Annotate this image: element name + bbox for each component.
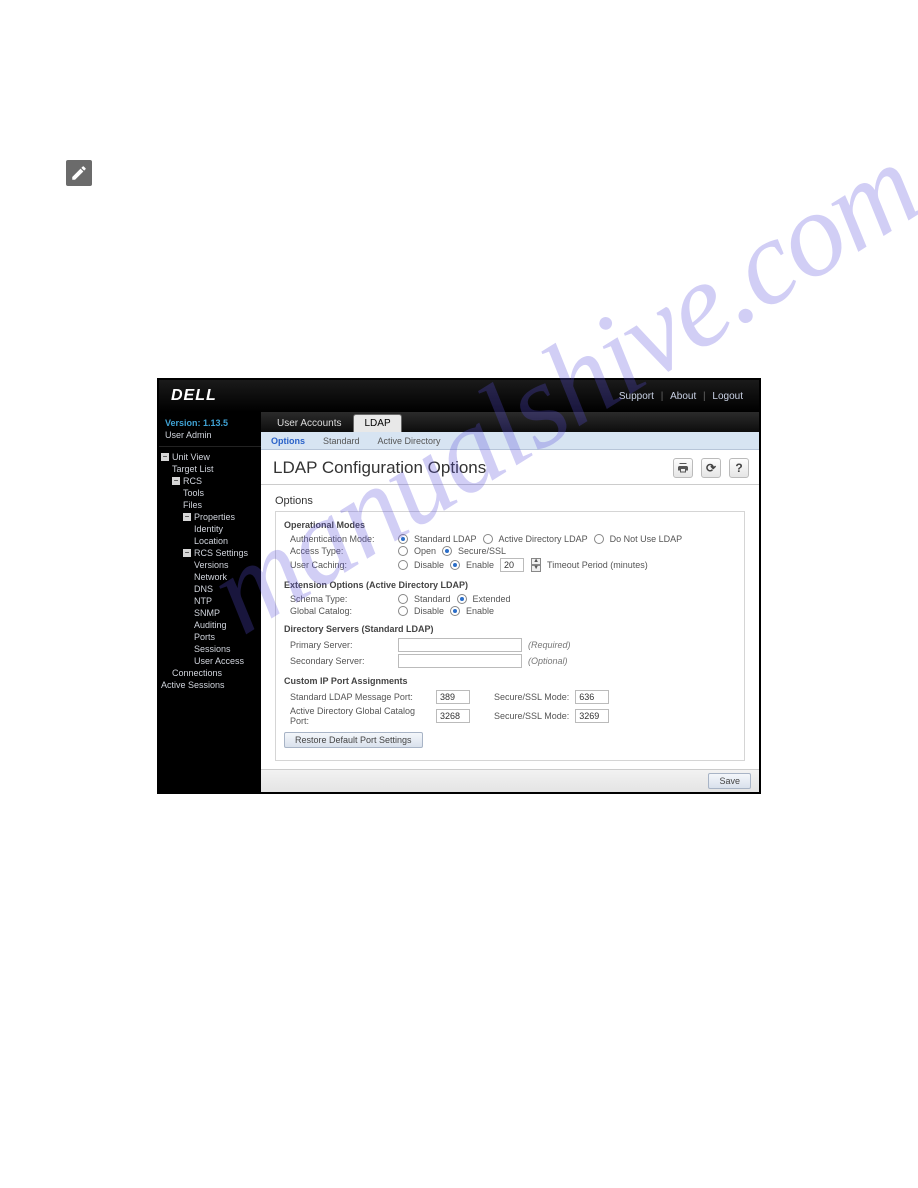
tree-connections[interactable]: Connections bbox=[161, 667, 261, 679]
main-tabs: User Accounts LDAP bbox=[261, 412, 759, 432]
input-std-port[interactable] bbox=[436, 690, 470, 704]
nav-tree: −Unit View Target List −RCS Tools Files … bbox=[159, 447, 261, 691]
brand-logo: DELL bbox=[171, 387, 217, 405]
sub-tabs: Options Standard Active Directory bbox=[261, 432, 759, 450]
collapse-icon[interactable]: − bbox=[183, 549, 191, 557]
radio-open[interactable] bbox=[398, 546, 408, 556]
subtab-active-directory[interactable]: Active Directory bbox=[378, 436, 441, 446]
tree-properties[interactable]: −Properties bbox=[161, 511, 261, 523]
page-title: LDAP Configuration Options bbox=[273, 458, 486, 478]
group-extension-options: Extension Options (Active Directory LDAP… bbox=[284, 580, 736, 590]
title-bar: LDAP Configuration Options ⟳ ? bbox=[261, 450, 759, 485]
tab-ldap[interactable]: LDAP bbox=[353, 414, 401, 432]
top-bar: DELL Support | About | Logout bbox=[159, 380, 759, 412]
group-directory-servers: Directory Servers (Standard LDAP) bbox=[284, 624, 736, 634]
spin-down-icon[interactable]: ▼ bbox=[531, 565, 541, 572]
note-pencil-icon bbox=[66, 160, 92, 186]
tree-dns[interactable]: DNS bbox=[161, 583, 261, 595]
radio-schema-extended[interactable] bbox=[457, 594, 467, 604]
options-panel: Operational Modes Authentication Mode: S… bbox=[275, 511, 745, 761]
tree-active-sessions[interactable]: Active Sessions bbox=[161, 679, 261, 691]
label-timeout-period: Timeout Period (minutes) bbox=[547, 560, 648, 570]
tree-ntp[interactable]: NTP bbox=[161, 595, 261, 607]
subtab-options[interactable]: Options bbox=[271, 436, 305, 446]
input-ad-port[interactable] bbox=[436, 709, 470, 723]
content-area: User Accounts LDAP Options Standard Acti… bbox=[261, 412, 759, 792]
group-custom-ports: Custom IP Port Assignments bbox=[284, 676, 736, 686]
collapse-icon[interactable]: − bbox=[183, 513, 191, 521]
tree-network[interactable]: Network bbox=[161, 571, 261, 583]
tree-sessions[interactable]: Sessions bbox=[161, 643, 261, 655]
radio-standard-ldap[interactable] bbox=[398, 534, 408, 544]
radio-gc-enable[interactable] bbox=[450, 606, 460, 616]
tree-identity[interactable]: Identity bbox=[161, 523, 261, 535]
input-primary-server[interactable] bbox=[398, 638, 522, 652]
link-logout[interactable]: Logout bbox=[712, 391, 743, 402]
sidebar: Version: 1.13.5 User Admin −Unit View Ta… bbox=[159, 412, 261, 792]
tree-unit-view[interactable]: −Unit View bbox=[161, 451, 261, 463]
spin-up-icon[interactable]: ▲ bbox=[531, 558, 541, 565]
footer-bar: Save bbox=[261, 769, 759, 792]
input-timeout[interactable] bbox=[500, 558, 524, 572]
tree-target-list[interactable]: Target List bbox=[161, 463, 261, 475]
collapse-icon[interactable]: − bbox=[172, 477, 180, 485]
tree-rcs-settings[interactable]: −RCS Settings bbox=[161, 547, 261, 559]
radio-schema-standard[interactable] bbox=[398, 594, 408, 604]
restore-defaults-button[interactable]: Restore Default Port Settings bbox=[284, 732, 423, 748]
label-global-catalog: Global Catalog: bbox=[284, 606, 392, 616]
tree-ports[interactable]: Ports bbox=[161, 631, 261, 643]
spinner-timeout: ▲ ▼ bbox=[531, 558, 541, 572]
tree-rcs[interactable]: −RCS bbox=[161, 475, 261, 487]
link-support[interactable]: Support bbox=[619, 391, 654, 402]
link-about[interactable]: About bbox=[670, 391, 696, 402]
label-ad-port: Active Directory Global Catalog Port: bbox=[284, 706, 430, 726]
radio-cache-disable[interactable] bbox=[398, 560, 408, 570]
version-label: Version: 1.13.5 bbox=[159, 418, 261, 430]
radio-no-ldap[interactable] bbox=[594, 534, 604, 544]
tree-user-access[interactable]: User Access bbox=[161, 655, 261, 667]
options-heading: Options bbox=[275, 491, 745, 511]
label-ssl-mode-2: Secure/SSL Mode: bbox=[494, 711, 569, 721]
group-operational-modes: Operational Modes bbox=[284, 520, 736, 530]
tree-location[interactable]: Location bbox=[161, 535, 261, 547]
collapse-icon[interactable]: − bbox=[161, 453, 169, 461]
top-links: Support | About | Logout bbox=[615, 391, 747, 402]
radio-secure-ssl[interactable] bbox=[442, 546, 452, 556]
input-ad-port-ssl[interactable] bbox=[575, 709, 609, 723]
input-std-port-ssl[interactable] bbox=[575, 690, 609, 704]
user-label: User Admin bbox=[159, 430, 261, 447]
refresh-icon[interactable]: ⟳ bbox=[701, 458, 721, 478]
hint-required: (Required) bbox=[528, 640, 571, 650]
radio-ad-ldap[interactable] bbox=[483, 534, 493, 544]
label-user-caching: User Caching: bbox=[284, 560, 392, 570]
label-access-type: Access Type: bbox=[284, 546, 392, 556]
save-button[interactable]: Save bbox=[708, 773, 751, 789]
help-icon[interactable]: ? bbox=[729, 458, 749, 478]
print-icon[interactable] bbox=[673, 458, 693, 478]
label-ssl-mode-1: Secure/SSL Mode: bbox=[494, 692, 569, 702]
tree-auditing[interactable]: Auditing bbox=[161, 619, 261, 631]
tree-snmp[interactable]: SNMP bbox=[161, 607, 261, 619]
app-window: DELL Support | About | Logout Version: 1… bbox=[157, 378, 761, 794]
radio-gc-disable[interactable] bbox=[398, 606, 408, 616]
label-auth-mode: Authentication Mode: bbox=[284, 534, 392, 544]
label-secondary-server: Secondary Server: bbox=[284, 656, 392, 666]
tree-files[interactable]: Files bbox=[161, 499, 261, 511]
tree-tools[interactable]: Tools bbox=[161, 487, 261, 499]
label-schema-type: Schema Type: bbox=[284, 594, 392, 604]
label-primary-server: Primary Server: bbox=[284, 640, 392, 650]
tree-versions[interactable]: Versions bbox=[161, 559, 261, 571]
input-secondary-server[interactable] bbox=[398, 654, 522, 668]
radio-cache-enable[interactable] bbox=[450, 560, 460, 570]
label-std-port: Standard LDAP Message Port: bbox=[284, 692, 430, 702]
subtab-standard[interactable]: Standard bbox=[323, 436, 360, 446]
tab-user-accounts[interactable]: User Accounts bbox=[267, 415, 351, 432]
hint-optional: (Optional) bbox=[528, 656, 568, 666]
